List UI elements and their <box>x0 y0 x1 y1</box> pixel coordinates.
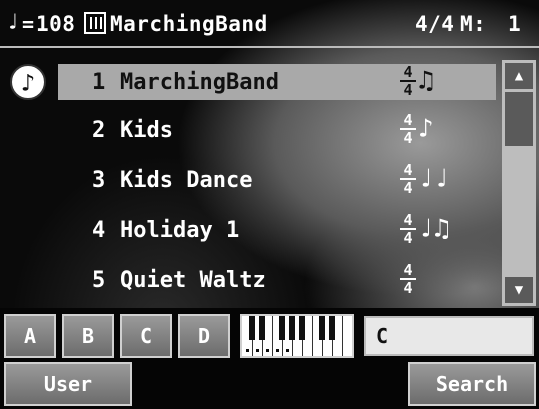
list-scrollbar[interactable]: ▲ ▼ <box>502 60 536 306</box>
list-item[interactable]: 5 Quiet Waltz 44 <box>58 262 496 298</box>
group-c-button[interactable]: C <box>120 314 172 358</box>
measure-label: M: <box>460 12 487 36</box>
time-signature: 44 <box>398 162 418 198</box>
status-header: ♩ = 108 MarchingBand 4/4 M: 1 <box>0 0 539 50</box>
list-item[interactable]: 3 Kids Dance 44 ♩♩ <box>58 162 496 198</box>
rhythm-number: 1 <box>92 70 106 95</box>
rhythm-select-screen: ♩ = 108 MarchingBand 4/4 M: 1 ♪ 1 Marchi… <box>0 0 539 409</box>
rhythm-number: 4 <box>92 218 106 243</box>
tempo-equals: = <box>22 12 35 36</box>
rhythm-name: MarchingBand <box>120 70 279 95</box>
rhythm-number: 2 <box>92 118 106 143</box>
scroll-thumb[interactable] <box>505 92 533 146</box>
search-input[interactable]: C <box>364 316 534 356</box>
list-item[interactable]: 2 Kids 44 ♪ <box>58 112 496 148</box>
rhythm-icon <box>84 12 106 34</box>
rhythm-name: Kids <box>120 118 173 143</box>
quarter-note-icon: ♩ <box>6 10 20 35</box>
rhythm-note-icon: ♫ <box>418 66 434 96</box>
rhythm-name: Holiday 1 <box>120 218 240 243</box>
rhythm-note-icon: ♩♩ <box>418 164 450 194</box>
user-button[interactable]: User <box>4 362 132 406</box>
bottom-toolbar: A B C D C User Search <box>0 308 539 409</box>
time-signature: 44 <box>398 112 418 148</box>
triangle-up-icon[interactable]: ▲ <box>505 63 533 89</box>
tempo-value: 108 <box>36 12 76 36</box>
group-d-button[interactable]: D <box>178 314 230 358</box>
rhythm-name: Kids Dance <box>120 168 253 193</box>
rhythm-note-icon: ♪ <box>418 114 434 144</box>
rhythm-number: 3 <box>92 168 106 193</box>
time-signature: 44 <box>398 64 418 100</box>
rhythm-name: Quiet Waltz <box>120 268 266 293</box>
time-signature: 44 <box>398 262 418 298</box>
keyboard-icon[interactable] <box>240 314 354 358</box>
rhythm-note-icon: ♩♫ <box>418 214 450 244</box>
search-button[interactable]: Search <box>408 362 536 406</box>
time-signature: 44 <box>398 212 418 248</box>
list-item[interactable]: 4 Holiday 1 44 ♩♫ <box>58 212 496 248</box>
group-a-button[interactable]: A <box>4 314 56 358</box>
group-b-button[interactable]: B <box>62 314 114 358</box>
rhythm-list: 1 MarchingBand 44 ♫ 2 Kids 44 ♪ 3 Kids D… <box>0 56 500 304</box>
measure-value: 1 <box>508 12 522 36</box>
header-divider <box>0 46 539 48</box>
current-rhythm-name: MarchingBand <box>110 12 268 36</box>
rhythm-number: 5 <box>92 268 106 293</box>
beat-indicator: 4/4 <box>415 12 455 36</box>
triangle-down-icon[interactable]: ▼ <box>505 277 533 303</box>
list-item[interactable]: 1 MarchingBand 44 ♫ <box>58 64 496 100</box>
